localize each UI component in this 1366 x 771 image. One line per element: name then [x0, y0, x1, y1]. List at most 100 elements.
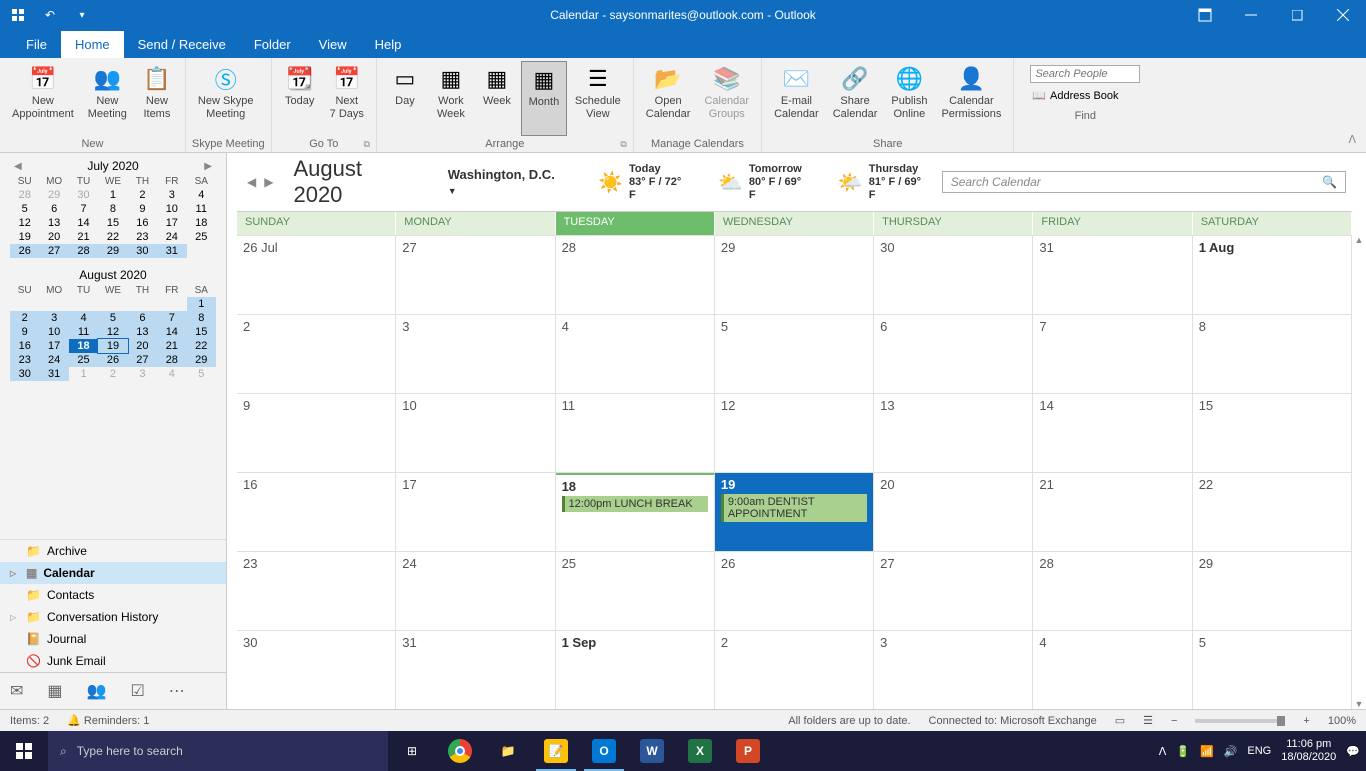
mail-icon[interactable]: ✉	[10, 681, 23, 701]
tray-chevron-icon[interactable]: ᐱ	[1159, 745, 1167, 758]
work-week-button[interactable]: ▦Work Week	[429, 61, 473, 136]
powerpoint-icon[interactable]: P	[724, 731, 772, 771]
day-cell[interactable]: 5	[1193, 631, 1352, 709]
day-view-button[interactable]: ▭Day	[383, 61, 427, 136]
taskbar-search[interactable]: ⌕Type here to search	[48, 731, 388, 771]
minical-day[interactable]: 27	[128, 353, 157, 367]
minical-day[interactable]: 5	[187, 367, 216, 381]
month-view-button[interactable]: ▦Month	[521, 61, 567, 136]
explorer-icon[interactable]: 📁	[484, 731, 532, 771]
nav-calendar[interactable]: ▷▦Calendar	[0, 562, 226, 584]
minical-day[interactable]: 23	[128, 230, 157, 244]
minical-day[interactable]	[39, 297, 68, 311]
ribbon-options-icon[interactable]	[1182, 0, 1228, 30]
tab-help[interactable]: Help	[361, 31, 416, 58]
tab-view[interactable]: View	[305, 31, 361, 58]
tab-home[interactable]: Home	[61, 31, 124, 58]
minical-day[interactable]: 12	[10, 216, 39, 230]
day-cell[interactable]: 20	[874, 473, 1033, 551]
minical-day[interactable]: 28	[157, 353, 186, 367]
mini-calendar-july[interactable]: ◀July 2020▶ SUMOTUWETHFRSA28293012345678…	[10, 157, 216, 258]
day-cell[interactable]: 13	[874, 394, 1033, 472]
minical-day[interactable]: 30	[128, 244, 157, 258]
minical-day[interactable]: 4	[187, 188, 216, 202]
minical-day[interactable]: 13	[128, 325, 157, 339]
day-cell[interactable]: 4	[1033, 631, 1192, 709]
share-calendar-button[interactable]: 🔗Share Calendar	[827, 61, 884, 136]
next-month-icon[interactable]: ▶	[200, 161, 216, 172]
day-cell[interactable]: 10	[396, 394, 555, 472]
start-button[interactable]	[0, 731, 48, 771]
day-cell[interactable]: 11	[556, 394, 715, 472]
minical-day[interactable]: 9	[10, 325, 39, 339]
minical-day[interactable]: 26	[98, 353, 127, 367]
calendar-event[interactable]: 9:00am DENTIST APPOINTMENT	[721, 494, 867, 522]
day-cell[interactable]: 27	[874, 552, 1033, 630]
new-meeting-button[interactable]: 👥New Meeting	[82, 61, 133, 136]
minical-day[interactable]: 4	[157, 367, 186, 381]
minical-day[interactable]: 2	[128, 188, 157, 202]
weather-location[interactable]: Washington, D.C. ▼	[448, 167, 564, 197]
word-icon[interactable]: W	[628, 731, 676, 771]
minical-day[interactable]: 16	[10, 339, 39, 353]
minical-day[interactable]: 3	[128, 367, 157, 381]
day-cell[interactable]: 21	[1033, 473, 1192, 551]
skype-meeting-button[interactable]: ⓈNew Skype Meeting	[192, 61, 260, 136]
minical-day[interactable]: 5	[98, 311, 127, 325]
qat-customize-icon[interactable]: ▾	[72, 5, 92, 25]
minical-day[interactable]: 10	[39, 325, 68, 339]
day-cell[interactable]: 24	[396, 552, 555, 630]
day-cell[interactable]: 31	[396, 631, 555, 709]
minical-day[interactable]: 7	[69, 202, 98, 216]
minical-day[interactable]: 18	[69, 339, 98, 353]
volume-icon[interactable]: 🔊	[1224, 745, 1238, 758]
minical-day[interactable]: 22	[187, 339, 216, 353]
minical-day[interactable]: 1	[98, 188, 127, 202]
minical-day[interactable]: 28	[10, 188, 39, 202]
new-items-button[interactable]: 📋New Items	[135, 61, 179, 136]
more-icon[interactable]: ⋯	[169, 681, 185, 701]
day-cell[interactable]: 23	[237, 552, 396, 630]
outlook-taskbar-icon[interactable]: O	[580, 731, 628, 771]
day-cell[interactable]: 6	[874, 315, 1033, 393]
minical-day[interactable]: 29	[187, 353, 216, 367]
day-cell[interactable]: 12	[715, 394, 874, 472]
minical-day[interactable]: 8	[98, 202, 127, 216]
view-reading-icon[interactable]: ☰	[1143, 714, 1153, 727]
day-cell[interactable]: 5	[715, 315, 874, 393]
minical-day[interactable]: 19	[10, 230, 39, 244]
day-cell[interactable]: 1 Sep	[556, 631, 715, 709]
minical-day[interactable]: 12	[98, 325, 127, 339]
day-cell[interactable]: 28	[1033, 552, 1192, 630]
notifications-icon[interactable]: 💬	[1346, 745, 1360, 758]
email-calendar-button[interactable]: ✉️E-mail Calendar	[768, 61, 825, 136]
day-cell[interactable]: 1 Aug	[1193, 236, 1352, 314]
day-cell[interactable]: 8	[1193, 315, 1352, 393]
calendar-event[interactable]: 12:00pm LUNCH BREAK	[562, 496, 708, 512]
status-reminders[interactable]: 🔔 Reminders: 1	[67, 714, 149, 727]
minical-day[interactable]: 1	[69, 367, 98, 381]
minical-day[interactable]: 29	[39, 188, 68, 202]
arrange-launcher-icon[interactable]: ⧉	[620, 139, 626, 150]
next-period-icon[interactable]: ▶	[264, 175, 273, 189]
day-cell[interactable]: 31	[1033, 236, 1192, 314]
tab-send-receive[interactable]: Send / Receive	[124, 31, 240, 58]
day-cell[interactable]: 2	[237, 315, 396, 393]
minical-day[interactable]: 23	[10, 353, 39, 367]
minical-day[interactable]: 8	[187, 311, 216, 325]
day-cell[interactable]: 15	[1193, 394, 1352, 472]
sticky-notes-icon[interactable]: 📝	[532, 731, 580, 771]
minical-day[interactable]: 21	[69, 230, 98, 244]
outlook-logo-icon[interactable]	[8, 5, 28, 25]
prev-month-icon[interactable]: ◀	[10, 161, 26, 172]
clock[interactable]: 11:06 pm18/08/2020	[1281, 738, 1336, 764]
day-cell[interactable]: 28	[556, 236, 715, 314]
minical-day[interactable]: 2	[98, 367, 127, 381]
day-cell[interactable]: 2	[715, 631, 874, 709]
language-indicator[interactable]: ENG	[1247, 745, 1271, 757]
day-cell[interactable]: 29	[1193, 552, 1352, 630]
view-normal-icon[interactable]: ▭	[1115, 714, 1125, 727]
day-cell[interactable]: 14	[1033, 394, 1192, 472]
day-cell[interactable]: 7	[1033, 315, 1192, 393]
minical-day[interactable]: 30	[69, 188, 98, 202]
